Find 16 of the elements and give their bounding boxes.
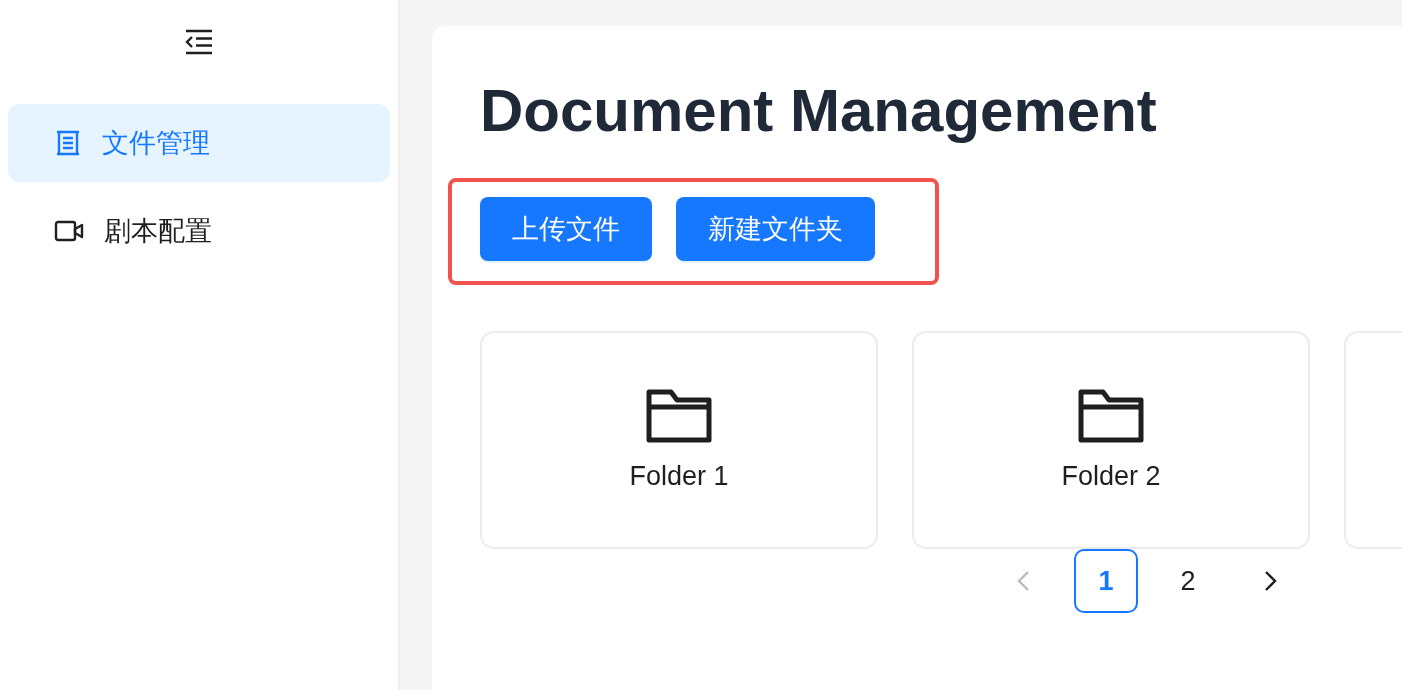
folder-name: Folder 1 (629, 460, 729, 492)
folder-name: Folder 2 (1061, 460, 1161, 492)
sidebar-item[interactable]: 文件管理 (8, 104, 390, 182)
video-camera-icon (54, 219, 84, 243)
chevron-right-icon (1262, 569, 1278, 593)
primary-button[interactable]: 上传文件 (480, 197, 652, 261)
sidebar-item[interactable]: 剧本配置 (8, 192, 390, 270)
primary-button[interactable]: 新建文件夹 (676, 197, 875, 261)
page-title: Document Management (480, 76, 1158, 146)
folder-icon (646, 388, 712, 443)
chevron-left-icon (1016, 569, 1032, 593)
folder-card[interactable]: Folder 2 (912, 331, 1310, 549)
frame-icon (54, 129, 82, 157)
page-number[interactable]: 1 (1074, 549, 1138, 613)
folder-card[interactable]: Folder 1 (480, 331, 878, 549)
folder-icon (1078, 388, 1144, 443)
